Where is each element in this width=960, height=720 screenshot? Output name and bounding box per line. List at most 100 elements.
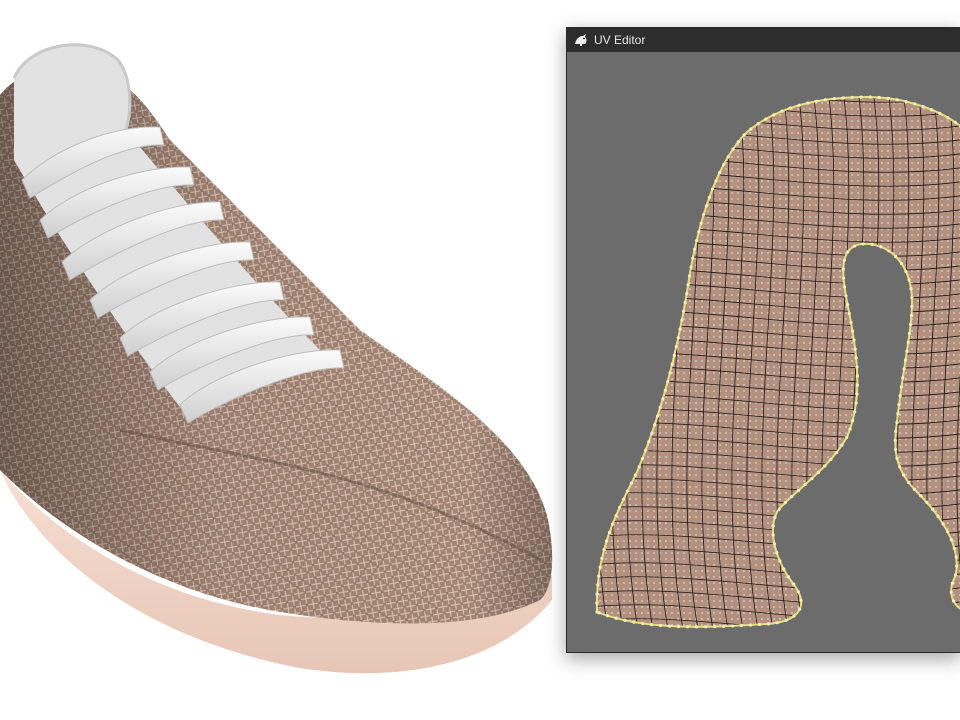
uv-vertex[interactable]	[899, 261, 904, 266]
uv-vertex[interactable]	[658, 405, 662, 410]
uv-vertex[interactable]	[790, 494, 794, 499]
uv-vertex[interactable]	[894, 255, 898, 259]
uv-vertex[interactable]	[903, 358, 908, 362]
uv-vertex[interactable]	[605, 539, 609, 543]
uv-vertex[interactable]	[597, 574, 601, 578]
uv-vertex[interactable]	[832, 97, 836, 101]
uv-vertex[interactable]	[663, 388, 667, 392]
uv-vertex[interactable]	[841, 267, 845, 271]
uv-vertex[interactable]	[681, 309, 686, 314]
uv-vertex[interactable]	[949, 590, 953, 594]
uv-vertex[interactable]	[730, 624, 735, 628]
uv-vertex[interactable]	[782, 567, 786, 571]
uv-vertex[interactable]	[853, 347, 857, 351]
uv-vertex[interactable]	[598, 565, 602, 569]
uv-vertex[interactable]	[742, 133, 746, 137]
uv-vertex[interactable]	[938, 111, 942, 116]
uv-vertex[interactable]	[602, 548, 606, 552]
uv-vertex[interactable]	[632, 620, 636, 624]
uv-vertex[interactable]	[697, 230, 701, 234]
uv-vertex[interactable]	[707, 195, 711, 200]
uv-vertex[interactable]	[650, 623, 654, 627]
uv-vertex[interactable]	[777, 507, 781, 511]
uv-vertex[interactable]	[670, 362, 674, 366]
uv-vertex[interactable]	[668, 371, 672, 375]
uv-vertex[interactable]	[823, 464, 827, 468]
uv-vertex[interactable]	[775, 550, 779, 555]
uv-vertex[interactable]	[902, 367, 906, 371]
uv-vertex[interactable]	[629, 481, 633, 485]
uv-vertex[interactable]	[897, 403, 901, 407]
uv-vertex[interactable]	[936, 514, 940, 519]
uv-vertex[interactable]	[714, 179, 718, 183]
uv-vertex[interactable]	[950, 581, 954, 586]
uv-vertex[interactable]	[773, 515, 777, 519]
uv-vertex[interactable]	[666, 380, 670, 384]
uv-vertex[interactable]	[772, 542, 777, 546]
uv-vertex[interactable]	[929, 108, 934, 112]
uv-vertex[interactable]	[686, 283, 690, 287]
uv-vertex[interactable]	[797, 103, 801, 107]
uv-vertex[interactable]	[913, 102, 917, 106]
uv-vertex[interactable]	[689, 265, 693, 269]
uv-vertex[interactable]	[680, 318, 684, 322]
uv-vertex[interactable]	[792, 582, 796, 586]
uv-vertex[interactable]	[953, 120, 957, 125]
uv-vertex[interactable]	[919, 494, 923, 498]
uv-vertex[interactable]	[806, 101, 810, 105]
uv-vertex[interactable]	[703, 625, 708, 629]
uv-vertex[interactable]	[945, 530, 950, 534]
uv-vertex[interactable]	[844, 294, 848, 298]
uv-vertex[interactable]	[852, 244, 857, 248]
uv-vertex[interactable]	[803, 482, 807, 487]
uv-vertex[interactable]	[607, 530, 612, 535]
uv-vertex[interactable]	[764, 117, 768, 121]
uv-vertex[interactable]	[850, 329, 855, 333]
uv-vertex[interactable]	[907, 278, 911, 282]
uv-vertex[interactable]	[783, 501, 787, 505]
uv-vertex[interactable]	[721, 624, 726, 628]
uv-vertex[interactable]	[595, 592, 599, 596]
uv-vertex[interactable]	[644, 448, 648, 452]
uv-vertex[interactable]	[722, 162, 726, 167]
uv-vertex[interactable]	[859, 95, 863, 99]
uv-vertex[interactable]	[623, 618, 627, 622]
uv-vertex[interactable]	[841, 276, 846, 280]
uv-vertex[interactable]	[898, 465, 902, 469]
uv-vertex[interactable]	[893, 447, 898, 452]
uv-vertex[interactable]	[683, 300, 687, 305]
uv-vertex[interactable]	[946, 116, 950, 120]
uv-vertex[interactable]	[757, 622, 762, 627]
uv-vertex[interactable]	[842, 285, 847, 289]
uv-vertex[interactable]	[909, 313, 914, 318]
uv-vertex[interactable]	[907, 331, 912, 336]
uv-vertex[interactable]	[816, 470, 821, 474]
uv-vertex[interactable]	[895, 456, 899, 460]
uv-vertex[interactable]	[953, 573, 958, 577]
uv-vertex[interactable]	[861, 242, 865, 246]
uv-vertex[interactable]	[731, 147, 735, 151]
uv-vertex[interactable]	[667, 624, 672, 628]
uv-vertex[interactable]	[775, 621, 779, 625]
uv-vertex[interactable]	[847, 311, 851, 316]
uv-vertex[interactable]	[930, 507, 935, 511]
uv-vertex[interactable]	[845, 435, 849, 440]
uv-vertex[interactable]	[658, 623, 663, 628]
uv-vertex[interactable]	[685, 292, 689, 296]
uv-vertex[interactable]	[693, 247, 697, 252]
uv-vertex[interactable]	[712, 624, 717, 629]
uv-vertex[interactable]	[784, 618, 788, 622]
3d-viewport[interactable]	[0, 0, 560, 720]
uv-vertex[interactable]	[906, 480, 911, 485]
uv-vertex[interactable]	[771, 533, 775, 537]
uv-vertex[interactable]	[614, 616, 618, 620]
uv-vertex[interactable]	[879, 245, 883, 249]
uv-vertex[interactable]	[855, 374, 859, 378]
uv-vertex[interactable]	[845, 303, 850, 307]
uv-vertex[interactable]	[895, 98, 899, 102]
uv-vertex[interactable]	[954, 555, 958, 559]
uv-vertex[interactable]	[726, 155, 730, 159]
uv-vertex[interactable]	[736, 140, 740, 144]
uv-vertex[interactable]	[810, 476, 814, 481]
uv-vertex[interactable]	[595, 601, 599, 605]
